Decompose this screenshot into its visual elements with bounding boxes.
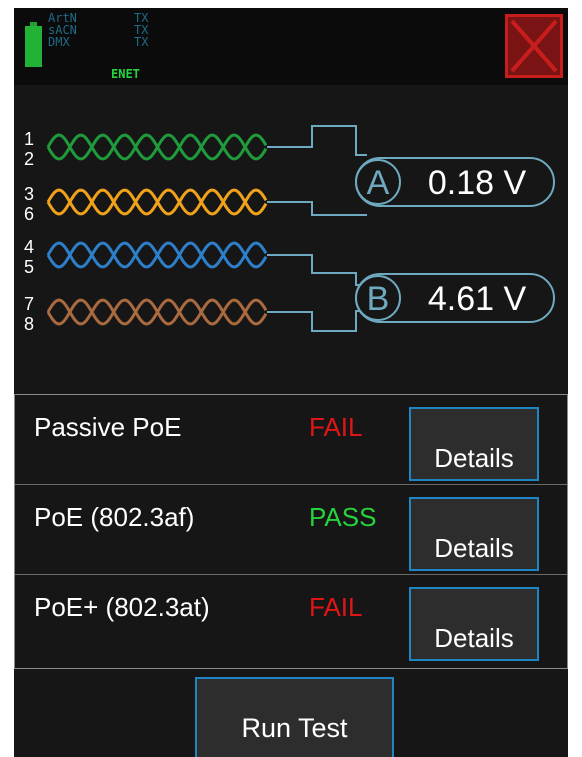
pair-a-readout: A 0.18 V xyxy=(355,157,555,207)
pair-a-voltage: 0.18 V xyxy=(428,164,527,202)
test-name: PoE+ (802.3at) xyxy=(34,592,210,622)
protocol-name: DMX xyxy=(48,35,70,49)
details-label: Details xyxy=(434,533,514,563)
results-table: Passive PoE FAIL Details PoE (802.3af) P… xyxy=(14,394,568,669)
run-test-label: Run Test xyxy=(241,713,348,743)
close-icon xyxy=(510,19,558,73)
pair-b-readout: B 4.61 V xyxy=(355,273,555,323)
test-status: FAIL xyxy=(309,412,363,442)
details-label: Details xyxy=(434,623,514,653)
status-bar: ArtN TX sACN TX DMX TX ENET xyxy=(14,8,568,85)
pin-number: 1 xyxy=(24,129,34,149)
test-name: Passive PoE xyxy=(34,412,182,442)
details-button[interactable]: Details xyxy=(409,497,539,571)
pin-number: 3 xyxy=(24,184,34,204)
twisted-wire xyxy=(46,188,268,216)
test-status: PASS xyxy=(309,502,377,532)
twisted-wire xyxy=(46,241,268,269)
test-name: PoE (802.3af) xyxy=(34,502,195,532)
tester-screen: ArtN TX sACN TX DMX TX ENET 12 36 45 78 A 0… xyxy=(14,8,568,757)
network-indicator: ENET xyxy=(111,67,140,81)
twisted-wire xyxy=(46,133,268,161)
details-label: Details xyxy=(434,443,514,473)
close-button[interactable] xyxy=(505,14,563,78)
result-row: PoE+ (802.3at) FAIL Details xyxy=(15,575,567,665)
twisted-wire xyxy=(46,298,268,326)
pair-b-label: B xyxy=(367,280,390,318)
pin-number: 4 xyxy=(24,237,34,257)
details-button[interactable]: Details xyxy=(409,587,539,661)
protocol-state: TX xyxy=(134,35,149,49)
result-row: PoE (802.3af) PASS Details xyxy=(15,485,567,575)
wiring-diagram: 12 36 45 78 A 0.18 V B 4.61 V xyxy=(24,125,555,334)
connector-lines xyxy=(267,125,367,332)
battery-icon xyxy=(25,22,42,67)
pair-b-voltage: 4.61 V xyxy=(428,280,527,318)
run-test-button[interactable]: Run Test xyxy=(195,677,394,757)
pin-number: 8 xyxy=(24,314,34,334)
pin-number: 2 xyxy=(24,149,34,169)
twisted-pairs: 12 36 45 78 xyxy=(24,129,268,334)
result-row: Passive PoE FAIL Details xyxy=(15,395,567,485)
pin-number: 7 xyxy=(24,294,34,314)
details-button[interactable]: Details xyxy=(409,407,539,481)
pair-a-label: A xyxy=(367,164,390,202)
test-status: FAIL xyxy=(309,592,363,622)
pin-number: 5 xyxy=(24,257,34,277)
pin-number: 6 xyxy=(24,204,34,224)
